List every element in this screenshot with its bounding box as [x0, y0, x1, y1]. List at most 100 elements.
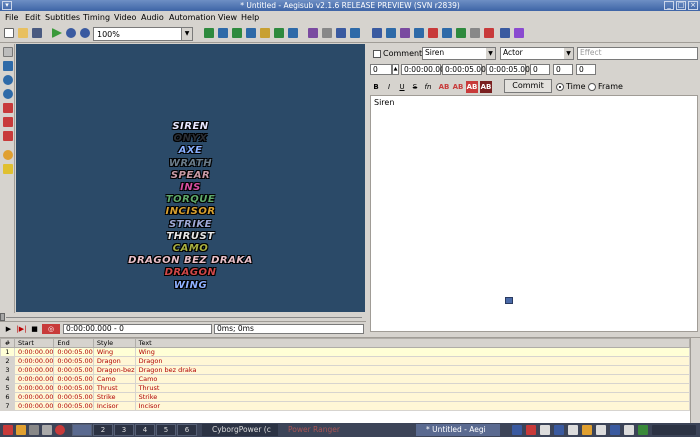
kanji-timer-icon[interactable] — [350, 28, 360, 38]
margin-vertical-field[interactable]: 0 — [576, 64, 596, 75]
rotate-z-icon[interactable] — [3, 75, 13, 85]
workspace-4[interactable]: 4 — [135, 424, 155, 436]
spell-checker-icon[interactable] — [386, 28, 396, 38]
workspace-3[interactable]: 3 — [114, 424, 134, 436]
table-row[interactable]: 6 0:00:00.00 0:00:05.00 Strike Strike — [0, 392, 691, 402]
secondary-color-button[interactable]: AB — [452, 81, 464, 93]
clip-tool-icon[interactable] — [3, 117, 13, 127]
save-file-icon[interactable] — [32, 28, 42, 38]
margin-left-field[interactable]: 0 — [530, 64, 550, 75]
frame-radio[interactable] — [588, 83, 596, 91]
task-cyborgpower[interactable]: CyborgPower (c — [202, 424, 278, 436]
link-icon[interactable] — [336, 28, 346, 38]
delete-icon[interactable] — [322, 28, 332, 38]
table-row[interactable]: 2 0:00:00.00 0:00:05.00 Dragon Dragon — [0, 356, 691, 366]
tag-simplify-icon[interactable] — [470, 28, 480, 38]
home-icon[interactable] — [16, 425, 26, 435]
table-row[interactable]: 5 0:00:00.00 0:00:05.00 Thrust Thrust — [0, 383, 691, 393]
strikeout-button[interactable]: S — [409, 81, 421, 93]
styles-manager-icon[interactable] — [218, 28, 228, 38]
actor-select[interactable]: Actor ▼ — [500, 47, 574, 60]
clipboard-icon[interactable] — [540, 425, 550, 435]
browser-icon[interactable] — [55, 425, 65, 435]
attachments-icon[interactable] — [232, 28, 242, 38]
menu-automation[interactable]: Automation — [169, 13, 216, 22]
duration-field[interactable]: 0:00:05.00 — [486, 64, 530, 75]
video-seek-slider[interactable] — [0, 313, 366, 321]
network-icon[interactable] — [554, 425, 564, 435]
snap-end-icon[interactable] — [414, 28, 424, 38]
scale-tool-icon[interactable] — [3, 103, 13, 113]
workspace-1[interactable] — [72, 424, 92, 436]
autoscroll-icon[interactable]: ◎ — [42, 324, 60, 334]
help-icon[interactable] — [3, 164, 13, 174]
workspace-2[interactable]: 2 — [93, 424, 113, 436]
terminal-icon[interactable] — [29, 425, 39, 435]
menu-timing[interactable]: Timing — [83, 13, 110, 22]
task-power-ranger[interactable]: Power Ranger — [278, 424, 344, 436]
vector-clip-icon[interactable] — [3, 131, 13, 141]
monitor-icon[interactable] — [42, 425, 52, 435]
shift-times-icon[interactable] — [372, 28, 382, 38]
zoom-in-icon[interactable] — [66, 28, 76, 38]
table-row[interactable]: 1 0:00:00.00 0:00:05.00 Wing Wing — [0, 347, 691, 357]
time-radio[interactable] — [556, 83, 564, 91]
end-time-field[interactable]: 0:00:05.00 — [442, 64, 486, 75]
task-3[interactable] — [344, 424, 416, 436]
standard-tool-icon[interactable] — [3, 47, 13, 57]
new-file-icon[interactable] — [4, 28, 14, 38]
automation-icon[interactable] — [260, 28, 270, 38]
properties-icon[interactable] — [204, 28, 214, 38]
realtime-icon[interactable] — [3, 150, 13, 160]
italic-button[interactable]: I — [383, 81, 395, 93]
zoom-select[interactable]: 100% ▼ — [93, 27, 193, 41]
table-row[interactable]: 7 0:00:00.00 0:00:05.00 Incisor Incisor — [0, 401, 691, 411]
subtitle-text-editor[interactable]: Siren — [370, 95, 698, 332]
translation-assistant-icon[interactable] — [308, 28, 318, 38]
keyboard-icon[interactable] — [624, 425, 634, 435]
codec-icon[interactable] — [514, 28, 524, 38]
effect-field[interactable]: Effect — [577, 47, 698, 60]
options-icon[interactable] — [484, 28, 494, 38]
underline-button[interactable]: U — [396, 81, 408, 93]
comment-checkbox[interactable] — [373, 50, 381, 58]
maximize-icon[interactable]: □ — [676, 1, 686, 10]
tray-app-icon[interactable] — [526, 425, 536, 435]
start-menu-icon[interactable] — [3, 425, 13, 435]
workspace-6[interactable]: 6 — [177, 424, 197, 436]
video-time-field[interactable]: 0:00:00.000 - 0 — [63, 324, 212, 334]
tag-hide-icon[interactable] — [442, 28, 452, 38]
update-icon[interactable] — [638, 425, 648, 435]
font-button[interactable]: fn — [422, 81, 434, 93]
play-line-icon[interactable]: |▶| — [16, 324, 27, 334]
minimize-icon[interactable]: _ — [664, 1, 674, 10]
menu-audio[interactable]: Audio — [141, 13, 164, 22]
menu-help[interactable]: Help — [241, 13, 259, 22]
slider-thumb[interactable] — [0, 313, 5, 321]
menu-file[interactable]: File — [5, 13, 18, 22]
menu-subtitles[interactable]: Subtitles — [45, 13, 80, 22]
table-row[interactable]: 3 0:00:00.00 0:00:05.00 Dragon-bez Dragon be… — [0, 365, 691, 375]
snap-start-icon[interactable] — [400, 28, 410, 38]
resample-icon[interactable] — [274, 28, 284, 38]
open-file-icon[interactable] — [18, 28, 28, 38]
workspace-5[interactable]: 5 — [156, 424, 176, 436]
jump-to-icon[interactable] — [52, 28, 62, 38]
subtitle-grid[interactable]: # Start End Style Text 1 0:00:00.00 0:00:0… — [0, 337, 700, 423]
close-icon[interactable]: × — [688, 1, 698, 10]
menu-video[interactable]: Video — [114, 13, 136, 22]
task-aegisub[interactable]: * Untitled - Aegi — [416, 424, 500, 436]
table-row[interactable]: 4 0:00:00.00 0:00:05.00 Camo Camo — [0, 374, 691, 384]
drag-tool-icon[interactable] — [3, 61, 13, 71]
shadow-color-button[interactable]: AB — [480, 81, 492, 93]
grid-scrollbar[interactable] — [690, 338, 700, 423]
layer-field[interactable]: 0 — [370, 64, 392, 75]
tag-show-icon[interactable] — [456, 28, 466, 38]
sort-icon[interactable] — [428, 28, 438, 38]
rotate-xy-icon[interactable] — [3, 89, 13, 99]
timing-postprocessor-icon[interactable] — [288, 28, 298, 38]
menu-edit[interactable]: Edit — [25, 13, 41, 22]
tools-icon[interactable] — [500, 28, 510, 38]
weather-icon[interactable] — [582, 425, 592, 435]
bluetooth-icon[interactable] — [610, 425, 620, 435]
